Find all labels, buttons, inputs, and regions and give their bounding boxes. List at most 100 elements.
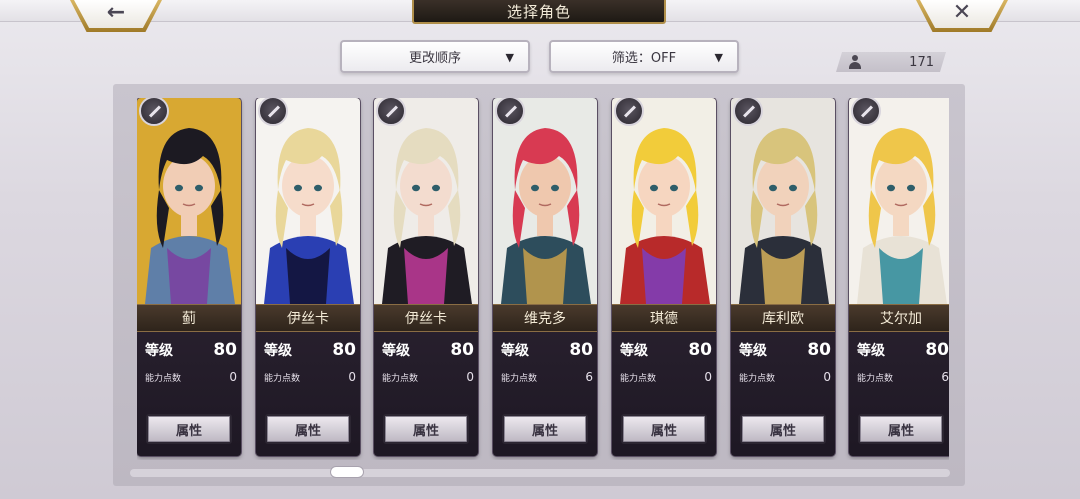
chevron-down-icon: ▼ xyxy=(714,51,723,64)
character-stats: 等级 80 能力点数 0 属性 xyxy=(612,332,716,456)
ability-points-row: 能力点数 0 xyxy=(739,370,831,384)
ability-points-value: 0 xyxy=(348,370,356,384)
character-name-plate: 琪德 xyxy=(612,304,716,332)
ability-points-row: 能力点数 0 xyxy=(264,370,356,384)
chevron-down-icon: ▼ xyxy=(505,51,514,64)
character-name: 蓟 xyxy=(182,311,196,327)
ability-points-row: 能力点数 6 xyxy=(501,370,593,384)
ability-points-label: 能力点数 xyxy=(620,374,657,384)
level-label: 等级 xyxy=(145,343,173,359)
character-name: 琪德 xyxy=(650,311,678,327)
ability-points-row: 能力点数 0 xyxy=(145,370,237,384)
attributes-button[interactable]: 属性 xyxy=(383,414,469,444)
character-name-plate: 伊丝卡 xyxy=(374,304,478,332)
attributes-button[interactable]: 属性 xyxy=(621,414,707,444)
level-label: 等级 xyxy=(620,343,648,359)
character-portrait[interactable] xyxy=(374,98,478,304)
ability-points-value: 6 xyxy=(941,370,949,384)
ability-points-value: 6 xyxy=(585,370,593,384)
attributes-button[interactable]: 属性 xyxy=(740,414,826,444)
close-button[interactable]: ✕ xyxy=(916,0,1008,32)
attributes-button[interactable]: 属性 xyxy=(265,414,351,444)
character-name: 伊丝卡 xyxy=(405,311,447,327)
level-value: 80 xyxy=(807,340,831,360)
character-portrait[interactable] xyxy=(256,98,360,304)
character-name-plate: 库利欧 xyxy=(731,304,835,332)
attributes-button[interactable]: 属性 xyxy=(502,414,588,444)
attributes-button-label: 属性 xyxy=(887,423,914,439)
character-name-plate: 蓟 xyxy=(137,304,241,332)
character-count: 171 xyxy=(909,54,934,70)
character-card[interactable]: 艾尔加 等级 80 能力点数 6 属性 xyxy=(849,98,949,456)
character-list-panel: 蓟 等级 80 能力点数 0 属性 伊丝卡 等级 80 能力点数 0 属性 伊丝… xyxy=(113,84,965,486)
level-label: 等级 xyxy=(264,343,292,359)
ability-points-label: 能力点数 xyxy=(382,374,419,384)
person-icon xyxy=(848,55,862,69)
ability-points-value: 0 xyxy=(823,370,831,384)
level-row: 等级 80 xyxy=(739,340,831,360)
attributes-button-label: 属性 xyxy=(531,423,558,439)
scrollbar-thumb[interactable] xyxy=(331,467,363,477)
character-portrait[interactable] xyxy=(137,98,241,304)
level-value: 80 xyxy=(569,340,593,360)
character-card[interactable]: 伊丝卡 等级 80 能力点数 0 属性 xyxy=(374,98,478,456)
back-arrow-icon: ← xyxy=(106,0,126,25)
level-value: 80 xyxy=(688,340,712,360)
filter-label: 筛选：OFF xyxy=(611,51,677,66)
filter-dropdown[interactable]: 筛选：OFF ▼ xyxy=(549,40,739,73)
character-name: 维克多 xyxy=(524,311,566,327)
character-name-plate: 维克多 xyxy=(493,304,597,332)
level-value: 80 xyxy=(925,340,949,360)
character-stats: 等级 80 能力点数 6 属性 xyxy=(493,332,597,456)
character-name-plate: 艾尔加 xyxy=(849,304,949,332)
attributes-button-label: 属性 xyxy=(769,423,796,439)
character-card[interactable]: 琪德 等级 80 能力点数 0 属性 xyxy=(612,98,716,456)
level-label: 等级 xyxy=(501,343,529,359)
close-icon: ✕ xyxy=(952,0,972,25)
character-portrait[interactable] xyxy=(493,98,597,304)
character-portrait[interactable] xyxy=(612,98,716,304)
character-name: 库利欧 xyxy=(762,311,804,327)
level-row: 等级 80 xyxy=(501,340,593,360)
character-card[interactable]: 蓟 等级 80 能力点数 0 属性 xyxy=(137,98,241,456)
character-stats: 等级 80 能力点数 6 属性 xyxy=(849,332,949,456)
ability-points-label: 能力点数 xyxy=(739,374,776,384)
ability-points-value: 0 xyxy=(704,370,712,384)
ability-points-row: 能力点数 6 xyxy=(857,370,949,384)
character-card-list[interactable]: 蓟 等级 80 能力点数 0 属性 伊丝卡 等级 80 能力点数 0 属性 伊丝… xyxy=(137,98,949,460)
level-label: 等级 xyxy=(382,343,410,359)
attributes-button-label: 属性 xyxy=(175,423,202,439)
ability-points-label: 能力点数 xyxy=(501,374,538,384)
character-card[interactable]: 维克多 等级 80 能力点数 6 属性 xyxy=(493,98,597,456)
horizontal-scrollbar[interactable] xyxy=(130,469,950,477)
level-value: 80 xyxy=(332,340,356,360)
ability-points-label: 能力点数 xyxy=(857,374,894,384)
character-stats: 等级 80 能力点数 0 属性 xyxy=(731,332,835,456)
page-title: 选择角色 xyxy=(506,2,571,21)
page-title-plate: 选择角色 xyxy=(412,0,666,24)
sort-order-dropdown[interactable]: 更改顺序 ▼ xyxy=(340,40,530,73)
character-stats: 等级 80 能力点数 0 属性 xyxy=(374,332,478,456)
level-value: 80 xyxy=(213,340,237,360)
character-portrait[interactable] xyxy=(849,98,949,304)
back-button[interactable]: ← xyxy=(70,0,162,32)
character-portrait[interactable] xyxy=(731,98,835,304)
character-count-badge: 171 xyxy=(836,52,946,72)
ability-points-row: 能力点数 0 xyxy=(620,370,712,384)
character-card[interactable]: 伊丝卡 等级 80 能力点数 0 属性 xyxy=(256,98,360,456)
ability-points-row: 能力点数 0 xyxy=(382,370,474,384)
ability-points-label: 能力点数 xyxy=(264,374,301,384)
level-value: 80 xyxy=(450,340,474,360)
attributes-button-label: 属性 xyxy=(412,423,439,439)
attributes-button[interactable]: 属性 xyxy=(858,414,944,444)
level-row: 等级 80 xyxy=(857,340,949,360)
character-name: 伊丝卡 xyxy=(287,311,329,327)
level-row: 等级 80 xyxy=(382,340,474,360)
level-label: 等级 xyxy=(739,343,767,359)
attributes-button-label: 属性 xyxy=(294,423,321,439)
character-card[interactable]: 库利欧 等级 80 能力点数 0 属性 xyxy=(731,98,835,456)
character-name: 艾尔加 xyxy=(880,311,922,327)
character-stats: 等级 80 能力点数 0 属性 xyxy=(256,332,360,456)
ability-points-value: 0 xyxy=(466,370,474,384)
attributes-button[interactable]: 属性 xyxy=(146,414,232,444)
